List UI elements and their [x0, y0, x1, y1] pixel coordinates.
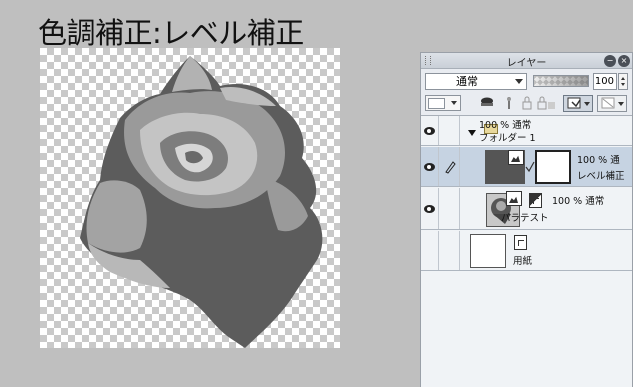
draft-layer-icon[interactable] — [501, 96, 517, 111]
check-link-icon — [525, 161, 535, 173]
layer-color-button[interactable] — [425, 95, 461, 111]
lock-icon[interactable] — [519, 96, 535, 111]
blend-mode-select[interactable]: 通常 — [425, 73, 527, 90]
eye-icon[interactable] — [424, 127, 435, 135]
eye-icon[interactable] — [424, 205, 435, 213]
folder-collapse-icon[interactable] — [468, 130, 476, 136]
chevron-down-icon — [618, 102, 624, 106]
pen-icon — [445, 161, 456, 174]
paper-icon — [514, 235, 527, 250]
layer-panel: レイヤー − × 通常 100 100 % 通常 フォルダー 1 100 % 通… — [420, 52, 633, 387]
layer-name: パラテスト — [501, 213, 549, 224]
opacity-spinner[interactable] — [618, 73, 628, 90]
opacity-slider[interactable] — [533, 75, 589, 87]
layer-info: 100 % 通常 — [479, 120, 532, 131]
layer-info: 100 % 通 — [577, 155, 620, 166]
layer-mask-thumbnail[interactable] — [535, 150, 571, 184]
layer-info: 100 % 通常 — [552, 196, 605, 207]
close-icon[interactable]: × — [618, 55, 630, 67]
layer-name: レベル補正 — [577, 171, 625, 182]
minimize-icon[interactable]: − — [604, 55, 616, 67]
blend-mode-value: 通常 — [456, 75, 478, 88]
layer-row-level-correction[interactable]: 100 % 通 レベル補正 — [421, 147, 632, 187]
lock-transparency-icon[interactable] — [537, 96, 555, 111]
chevron-down-icon — [584, 102, 590, 106]
chevron-down-icon — [451, 101, 457, 105]
layer-name: フォルダー 1 — [479, 133, 536, 144]
opacity-input[interactable]: 100 — [593, 73, 617, 90]
layer-name: 用紙 — [513, 256, 533, 267]
opacity-slider-fill — [534, 76, 588, 86]
heading: 色調補正:レベル補正 — [38, 16, 304, 50]
paper-thumbnail — [470, 234, 506, 268]
mask-button[interactable] — [597, 95, 627, 112]
layer-type-icon — [506, 191, 522, 206]
mask-icon — [601, 97, 615, 109]
layer-color-swatch — [428, 98, 445, 109]
layer-list: 100 % 通常 フォルダー 1 100 % 通 レベル補正 100 % 通常 … — [421, 115, 632, 387]
rose-image — [80, 56, 323, 348]
reference-layer-icon[interactable] — [479, 96, 495, 111]
clip-to-layer-below-button[interactable] — [563, 95, 593, 112]
canvas[interactable] — [40, 48, 340, 348]
levels-icon — [508, 150, 524, 165]
eye-icon[interactable] — [424, 163, 435, 171]
clip-icon — [567, 97, 581, 109]
layer-panel-title: レイヤー — [506, 58, 547, 69]
layer-row-raster[interactable]: 100 % 通常 パラテスト — [421, 188, 632, 230]
raster-icon — [529, 193, 542, 208]
chevron-down-icon — [515, 79, 523, 84]
layer-row-folder[interactable]: 100 % 通常 フォルダー 1 — [421, 116, 632, 146]
layer-row-paper[interactable]: 用紙 — [421, 231, 632, 271]
layer-panel-titlebar[interactable]: レイヤー − × — [421, 53, 632, 69]
